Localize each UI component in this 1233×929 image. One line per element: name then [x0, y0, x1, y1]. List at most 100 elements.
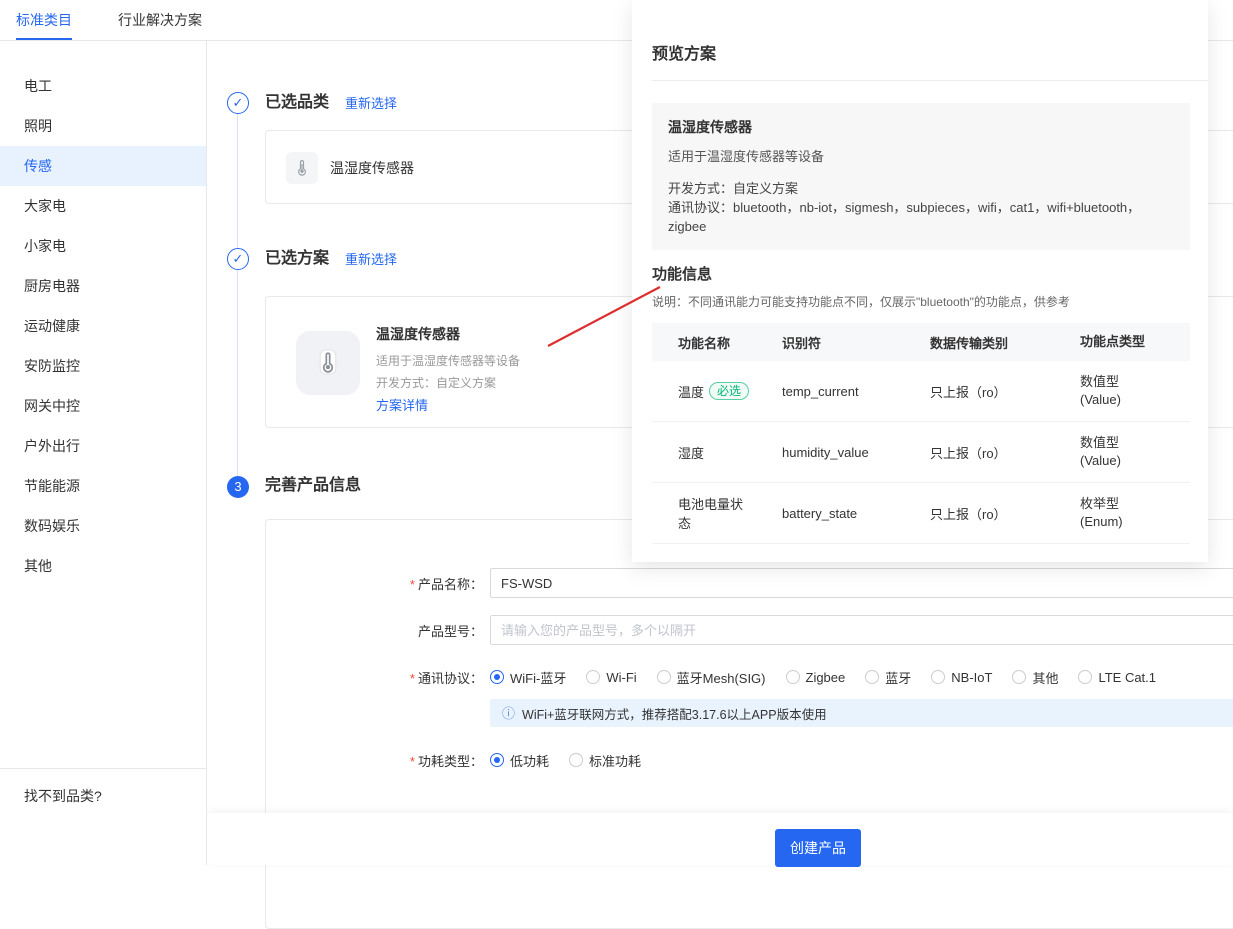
radio-option[interactable]: 低功耗: [490, 751, 549, 770]
sidebar-item-13[interactable]: 其他: [0, 546, 206, 586]
product-model-label: 产品型号：: [207, 621, 490, 640]
sidebar-item-3[interactable]: 传感: [0, 146, 206, 186]
transfer-cell: 只上报（ro）: [930, 382, 1080, 401]
bottom-action-bar: 创建产品: [207, 813, 1233, 865]
protocol-row: *通讯协议： WiFi-蓝牙 Wi-Fi 蓝牙Mesh(SIG) Zigbee 蓝牙 NB…: [207, 662, 1233, 692]
function-name-cell: 电池电量状态: [652, 494, 782, 532]
required-asterisk: *: [410, 671, 415, 686]
function-name-cell: 湿度: [652, 443, 782, 462]
create-product-button[interactable]: 创建产品: [775, 829, 861, 867]
radio-option[interactable]: LTE Cat.1: [1078, 670, 1156, 685]
sidebar-item-4[interactable]: 大家电: [0, 186, 206, 226]
product-name-input[interactable]: [490, 568, 1233, 598]
power-type-row: *功耗类型： 低功耗 标准功耗: [207, 745, 1233, 775]
power-options: 低功耗 标准功耗: [490, 751, 641, 770]
sidebar-item-9[interactable]: 网关中控: [0, 386, 206, 426]
table-header-cell: 数据传输类别: [930, 333, 1080, 352]
identifier-cell: humidity_value: [782, 445, 930, 460]
sidebar-item-10[interactable]: 户外出行: [0, 426, 206, 466]
protocol-label: *通讯协议：: [207, 668, 490, 687]
step3-number-badge: 3: [227, 476, 249, 498]
function-info-note: 说明：不同通讯能力可能支持功能点不同，仅展示"bluetooth"的功能点，供参…: [652, 293, 1070, 310]
tab-standard-category[interactable]: 标准类目: [16, 0, 72, 40]
radio-icon: [490, 753, 504, 767]
transfer-cell: 只上报（ro）: [930, 504, 1080, 523]
table-header-cell: 功能名称: [652, 333, 782, 352]
preview-title-divider: [652, 80, 1208, 81]
sidebar-item-8[interactable]: 安防监控: [0, 346, 206, 386]
sidebar-list: 电工照明传感大家电小家电厨房电器运动健康安防监控网关中控户外出行节能能源数码娱乐…: [0, 66, 206, 586]
solution-dev-mode: 开发方式：自定义方案: [376, 375, 520, 391]
type-line2: (Value): [1080, 452, 1190, 470]
function-table: 功能名称识别符数据传输类别功能点类型 温度必选temp_current只上报（r…: [652, 323, 1190, 544]
step2-check-icon: ✓: [227, 248, 249, 270]
preview-title: 预览方案: [652, 40, 716, 64]
type-line2: (Enum): [1080, 513, 1190, 531]
preview-protocols: 通讯协议：bluetooth，nb-iot，sigmesh，subpieces，…: [668, 198, 1174, 236]
sidebar-item-2[interactable]: 照明: [0, 106, 206, 146]
preview-popover: 预览方案 温湿度传感器 适用于温湿度传感器等设备 开发方式：自定义方案 通讯协议…: [632, 0, 1208, 562]
radio-option[interactable]: WiFi-蓝牙: [490, 668, 566, 687]
radio-label: Zigbee: [806, 670, 846, 685]
radio-option[interactable]: 蓝牙Mesh(SIG): [657, 668, 766, 687]
type-line1: 数值型: [1080, 373, 1190, 391]
radio-option[interactable]: 其他: [1012, 668, 1058, 687]
radio-label: 其他: [1032, 668, 1058, 687]
preview-solution-name: 温湿度传感器: [668, 117, 1174, 137]
thermometer-icon: [311, 345, 345, 382]
selected-category-name: 温湿度传感器: [330, 131, 414, 205]
table-row: 湿度humidity_value只上报（ro）数值型(Value): [652, 422, 1190, 483]
table-row: 温度必选temp_current只上报（ro）数值型(Value): [652, 361, 1190, 422]
sidebar-item-12[interactable]: 数码娱乐: [0, 506, 206, 546]
radio-label: 蓝牙Mesh(SIG): [677, 668, 766, 687]
identifier-cell: battery_state: [782, 506, 930, 521]
product-model-row: 产品型号：: [207, 615, 1233, 645]
step1-reselect-link[interactable]: 重新选择: [345, 96, 397, 111]
type-line1: 枚举型: [1080, 495, 1190, 513]
table-row: 电池电量状态battery_state只上报（ro）枚举型(Enum): [652, 483, 1190, 544]
radio-icon: [1078, 670, 1092, 684]
function-info-title: 功能信息: [652, 263, 712, 284]
type-line2: (Value): [1080, 391, 1190, 409]
sidebar-item-5[interactable]: 小家电: [0, 226, 206, 266]
table-header-cell: 功能点类型: [1080, 333, 1190, 351]
function-name: 温度: [678, 382, 704, 401]
sidebar-item-6[interactable]: 厨房电器: [0, 266, 206, 306]
radio-option[interactable]: 蓝牙: [865, 668, 911, 687]
cannot-find-category-link[interactable]: 找不到品类?: [0, 768, 206, 806]
type-cell: 数值型(Value): [1080, 373, 1190, 409]
radio-label: Wi-Fi: [606, 670, 636, 685]
radio-label: 标准功耗: [589, 751, 641, 770]
tab-industry-solutions[interactable]: 行业解决方案: [118, 0, 202, 40]
radio-option[interactable]: NB-IoT: [931, 670, 992, 685]
sidebar-item-7[interactable]: 运动健康: [0, 306, 206, 346]
info-icon: ⓘ: [502, 707, 515, 720]
type-cell: 数值型(Value): [1080, 434, 1190, 470]
step2-reselect-link[interactable]: 重新选择: [345, 252, 397, 267]
power-type-label: *功耗类型：: [207, 751, 490, 770]
table-body: 温度必选temp_current只上报（ro）数值型(Value)湿度humid…: [652, 361, 1190, 544]
product-name-label: *产品名称：: [207, 574, 490, 593]
radio-label: NB-IoT: [951, 670, 992, 685]
type-cell: 枚举型(Enum): [1080, 495, 1190, 531]
radio-icon: [1012, 670, 1026, 684]
radio-label: LTE Cat.1: [1098, 670, 1156, 685]
step1-check-icon: ✓: [227, 92, 249, 114]
radio-option[interactable]: 标准功耗: [569, 751, 641, 770]
radio-icon: [931, 670, 945, 684]
protocol-hint-text: WiFi+蓝牙联网方式，推荐搭配3.17.6以上APP版本使用: [522, 704, 827, 723]
step3-title: 完善产品信息: [265, 475, 361, 497]
radio-option[interactable]: Zigbee: [786, 670, 846, 685]
function-name-cell: 温度必选: [652, 382, 782, 401]
radio-label: 蓝牙: [885, 668, 911, 687]
solution-name: 温湿度传感器: [376, 325, 520, 343]
sidebar-item-11[interactable]: 节能能源: [0, 466, 206, 506]
radio-option[interactable]: Wi-Fi: [586, 670, 636, 685]
step-connector-line: [237, 114, 238, 476]
product-model-input[interactable]: [490, 615, 1233, 645]
sidebar-item-1[interactable]: 电工: [0, 66, 206, 106]
radio-icon: [865, 670, 879, 684]
required-badge: 必选: [709, 382, 749, 400]
solution-details-link[interactable]: 方案详情: [376, 397, 520, 415]
preview-summary-box: 温湿度传感器 适用于温湿度传感器等设备 开发方式：自定义方案 通讯协议：blue…: [652, 103, 1190, 250]
